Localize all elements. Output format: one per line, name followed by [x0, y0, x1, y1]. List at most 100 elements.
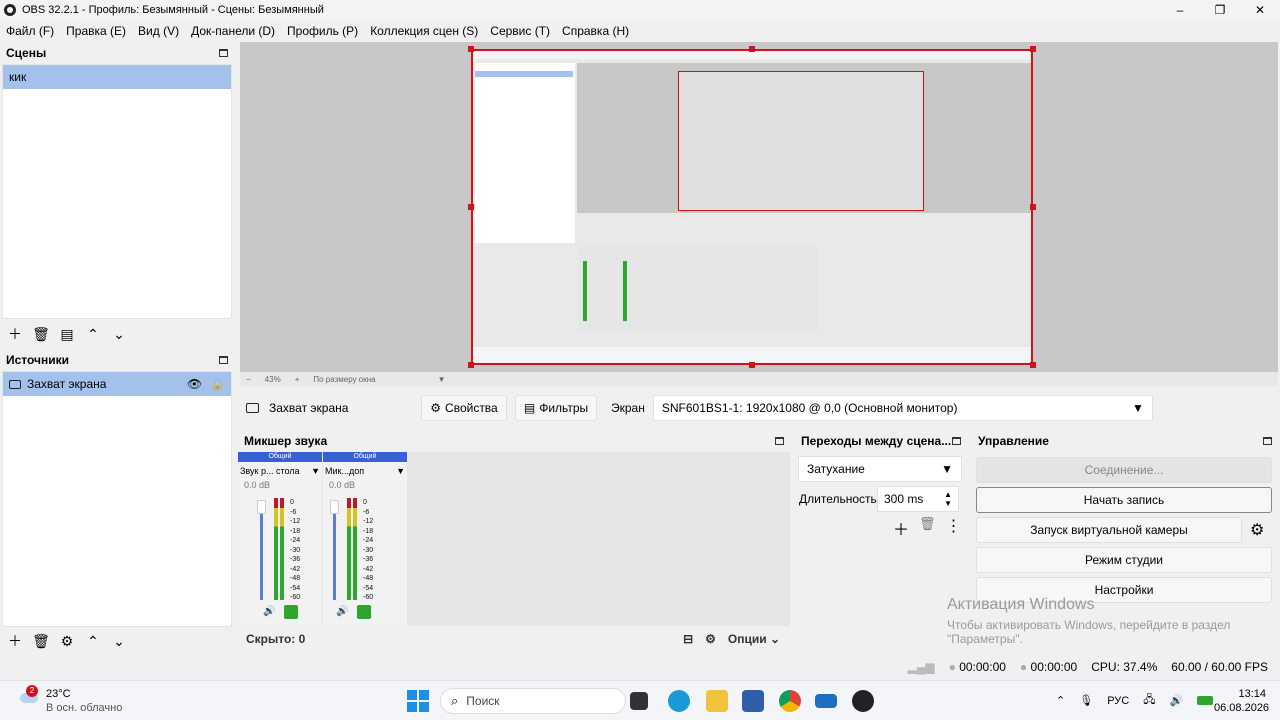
sources-dock: Источники Захват экрана 👁 🔒 ＋ 🗑 ⚙ ⌃ ⌄	[0, 349, 234, 653]
scenes-toolbar: ＋ 🗑 ▤ ⌃ ⌄	[6, 324, 128, 344]
undock-icon[interactable]	[219, 356, 228, 364]
headphones-icon[interactable]	[357, 605, 371, 619]
menu-docks[interactable]: Док-панели (D)	[185, 24, 281, 38]
task-view-icon[interactable]	[630, 692, 648, 710]
chevron-down-icon[interactable]: ▼	[396, 466, 405, 476]
headphones-icon[interactable]	[284, 605, 298, 619]
lock-icon[interactable]: 🔒	[210, 377, 225, 391]
start-recording-button[interactable]: Начать запись	[976, 487, 1272, 513]
folder-icon[interactable]	[706, 690, 728, 712]
clock[interactable]: 13:14 06.08.2026	[1214, 687, 1269, 715]
speaker-icon[interactable]: 🔊	[336, 606, 348, 617]
volume-fader[interactable]	[260, 502, 263, 600]
studio-mode-button[interactable]: Режим студии	[976, 547, 1272, 573]
menu-tools[interactable]: Сервис (T)	[484, 24, 556, 38]
properties-button[interactable]: ⚙ Свойства	[421, 395, 507, 421]
close-button[interactable]: ✕	[1240, 0, 1280, 20]
zoom-out-button[interactable]: −	[246, 375, 251, 384]
trash-icon[interactable]: 🗑	[919, 516, 936, 540]
filters-button[interactable]: ▤ Фильтры	[515, 395, 597, 421]
activation-line-2: "Параметры".	[947, 632, 1023, 646]
chevron-up-icon[interactable]: ⌃	[84, 326, 102, 343]
duration-spinbox[interactable]: 300 ms ▲ ▼	[877, 486, 959, 512]
zoom-in-button[interactable]: +	[295, 375, 300, 384]
signal-icon: ▂▄▆	[907, 660, 935, 674]
undock-icon[interactable]	[219, 49, 228, 57]
add-icon[interactable]: ＋	[893, 516, 909, 540]
meter-scale: 0 -6 -12 -18 -24 -30 -36 -42 -48 -54 -60	[290, 499, 301, 601]
weather-widget[interactable]: 2 23°C В осн. облачно	[18, 685, 122, 715]
scene-transitions-dock: Переходы между сцена... Затухание ▼ Длит…	[795, 430, 967, 652]
transition-type-select[interactable]: Затухание ▼	[798, 456, 962, 482]
network-icon[interactable]: 🖧	[1143, 691, 1155, 710]
gear-icon: ⚙	[430, 401, 442, 415]
preview-canvas[interactable]	[240, 42, 1278, 372]
chevron-up-icon[interactable]: ⌃	[84, 633, 102, 650]
menu-file[interactable]: Файл (F)	[0, 24, 60, 38]
menu-view[interactable]: Вид (V)	[132, 24, 185, 38]
obs-taskbar-icon[interactable]	[852, 690, 874, 712]
mixer-channel: Общий Мик...доп ▼ 0.0 dB 0 -6 -12 -18 -24 -30-…	[323, 452, 407, 626]
options-button[interactable]: Опции ⌄	[728, 632, 780, 646]
undock-icon[interactable]	[952, 437, 961, 445]
screen-capture-preview[interactable]	[471, 49, 1033, 365]
source-item-label: Захват экрана	[27, 377, 107, 391]
volume-fader[interactable]	[333, 502, 336, 600]
maximize-button[interactable]: ❐	[1200, 0, 1240, 20]
volume-icon[interactable]: 🔊	[1169, 694, 1183, 707]
menu-help[interactable]: Справка (H)	[556, 24, 635, 38]
properties-label: Свойства	[445, 401, 498, 415]
add-icon[interactable]: ＋	[6, 631, 24, 651]
battery-icon[interactable]	[1197, 696, 1214, 705]
eye-icon[interactable]: 👁	[187, 377, 202, 391]
chevron-down-icon[interactable]: ▼	[438, 375, 446, 384]
edge-icon[interactable]	[668, 690, 690, 712]
start-virtual-camera-button[interactable]: Запуск виртуальной камеры	[976, 517, 1242, 543]
transitions-title: Переходы между сцена...	[801, 434, 952, 448]
menu-edit[interactable]: Правка (E)	[60, 24, 132, 38]
more-options-icon[interactable]: ⋮	[946, 516, 962, 540]
volume-fader-handle[interactable]	[257, 500, 266, 514]
undock-icon[interactable]	[1263, 437, 1272, 445]
windows-start-icon[interactable]	[407, 690, 429, 712]
screen-select[interactable]: SNF601BS1-1: 1920x1080 @ 0,0 (Основной м…	[652, 395, 1153, 421]
fit-to-window-select[interactable]: По размеру окна	[313, 375, 375, 384]
activation-watermark: Активация Windows Чтобы активировать Win…	[947, 596, 1230, 646]
speaker-icon[interactable]: 🔊	[263, 606, 275, 617]
source-item[interactable]: Захват экрана 👁 🔒	[3, 372, 231, 396]
chevron-down-icon[interactable]: ▼	[311, 466, 320, 476]
layout-icon[interactable]: ⊟	[683, 632, 693, 646]
menu-profile[interactable]: Профиль (P)	[281, 24, 364, 38]
microphone-icon[interactable]: 🎙	[1079, 694, 1093, 707]
chevron-down-icon: ▼	[1131, 401, 1144, 415]
chevron-up-icon[interactable]: ⌃	[1056, 694, 1065, 707]
scene-item[interactable]: кик	[3, 65, 231, 89]
language-indicator[interactable]: РУС	[1107, 695, 1129, 707]
connect-button[interactable]: Соединение...	[976, 457, 1272, 483]
store-icon[interactable]	[742, 690, 764, 712]
menu-scene-collection[interactable]: Коллекция сцен (S)	[364, 24, 484, 38]
taskbar-search-box[interactable]: ⌕ Поиск	[440, 688, 626, 714]
scenes-dock: Сцены кик ＋ 🗑 ▤ ⌃ ⌄	[0, 42, 234, 347]
minimize-button[interactable]: –	[1160, 0, 1200, 20]
undock-icon[interactable]	[775, 437, 784, 445]
activation-line-1: Чтобы активировать Windows, перейдите в …	[947, 618, 1231, 632]
stepper-arrows-icon[interactable]: ▲ ▼	[944, 490, 952, 508]
chrome-icon[interactable]	[779, 690, 801, 712]
chevron-down-icon[interactable]: ⌄	[110, 633, 128, 650]
transition-type-value: Затухание	[807, 462, 865, 476]
chevron-down-icon[interactable]: ⌄	[110, 326, 128, 343]
channel-name: Мик...доп	[325, 466, 365, 476]
filter-icon[interactable]: ▤	[58, 326, 76, 343]
trash-icon[interactable]: 🗑	[32, 633, 50, 650]
add-icon[interactable]: ＋	[6, 324, 24, 344]
cloud-app-icon[interactable]	[815, 694, 837, 708]
volume-fader-handle[interactable]	[330, 500, 339, 514]
gear-icon[interactable]: ⚙	[1250, 520, 1264, 540]
gear-icon[interactable]: ⚙	[58, 633, 76, 650]
window-title: OBS 32.2.1 - Профиль: Безымянный - Сцены…	[22, 4, 324, 16]
scenes-title: Сцены	[6, 46, 47, 60]
settings-icon[interactable]: ⚙	[705, 632, 716, 646]
trash-icon[interactable]: 🗑	[32, 326, 50, 343]
screen-select-value: SNF601BS1-1: 1920x1080 @ 0,0 (Основной м…	[661, 401, 958, 415]
